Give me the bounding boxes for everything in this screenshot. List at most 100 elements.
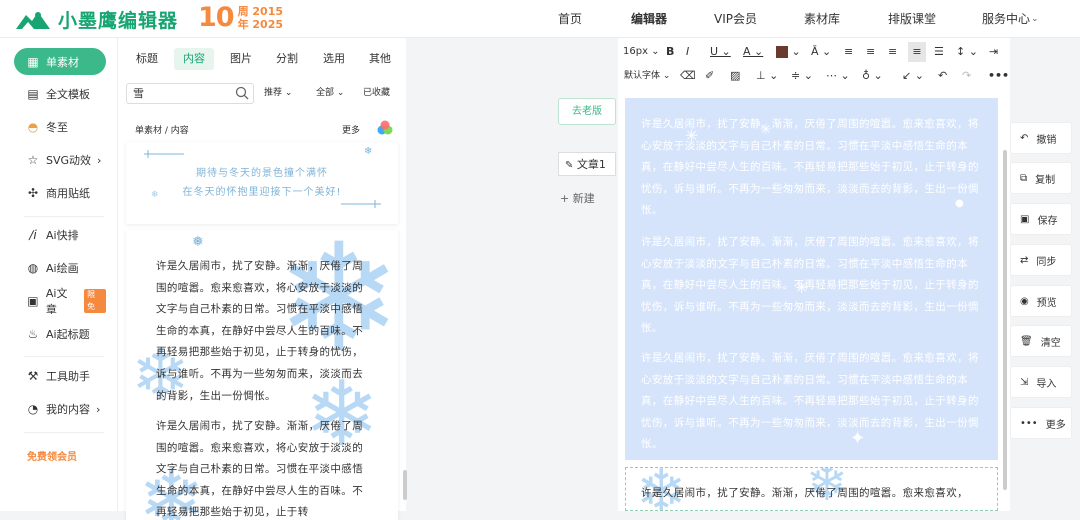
card-paragraph: 许是久居闹市，扰了安静。渐渐，厌倦了周围的喧嚣。愈来愈喜欢，将心安放于淡淡的文字… [156,260,364,402]
bulb-icon[interactable]: ♁ ⌄ [862,68,883,84]
sidebar-item-ai-paint[interactable]: ◍ Ai绘画 [14,255,106,281]
old-version-button[interactable]: 去老版 [558,98,616,125]
editor-scrollbar[interactable] [1003,150,1007,490]
eagle-logo-icon [16,11,50,29]
sidebar-divider [24,216,104,217]
clear-button[interactable]: 🗑 清空 [1010,325,1072,357]
favorites-filter[interactable]: 已收藏 [363,83,390,104]
search-icon[interactable] [235,86,249,100]
copy-button[interactable]: ⧉ 复制 [1010,162,1072,194]
bg-color-icon[interactable]: ⌄ [776,44,801,60]
sidebar-item-ai-article[interactable]: ▣ Ai文章 限免 [14,287,106,316]
tab-title[interactable]: 标题 [136,48,158,70]
save-button[interactable]: ▣ 保存 [1010,203,1072,235]
sidebar-item-winter-solstice[interactable]: ◓ 冬至 [14,114,106,140]
eraser-icon[interactable]: ⌫ [680,68,696,84]
import-button[interactable]: ⇲ 导入 [1010,366,1072,398]
user-icon: ◔ [27,402,39,416]
selected-content-block[interactable]: ✳ ✳ ● ✦ ✳ 许是久居闹市，扰了安静。渐渐，厌倦了周围的喧嚣。愈来愈喜欢，… [625,98,998,460]
free-membership-link[interactable]: 免费领会员 [27,448,77,463]
nav-service[interactable]: 服务中心 [982,0,1030,38]
anniversary-badge: 10 周 2015 年 2025 [198,3,283,33]
sidebar-item-tools[interactable]: ⚒ 工具助手 [14,363,106,389]
tab-selected[interactable]: 选用 [323,48,345,70]
material-card-header[interactable]: ❄ ❄ 期待与冬天的景色撞个满怀 在冬天的怀抱里迎接下一个美好! [126,142,398,224]
undo-icon[interactable]: ↶ [938,68,947,84]
letter-spacing-icon[interactable]: ⋯ ⌄ [826,68,850,84]
clear-style-icon[interactable]: Ā ⌄ [811,44,831,60]
justify-icon[interactable]: ≡ [908,42,926,62]
align-center-icon[interactable]: ≡ [866,44,875,60]
underline-icon[interactable]: U ⌄ [710,44,731,60]
layout-icon: ▤ [27,87,39,101]
edit-icon: ✎ [565,160,574,171]
recommend-dropdown[interactable]: 推荐 ⌄ [264,83,292,104]
italic-icon[interactable]: I [686,44,689,60]
sidebar-item-ai-layout[interactable]: ∕i Ai快排 [14,222,106,248]
star-icon: ☆ [27,153,39,167]
nav-course[interactable]: 排版课堂 [888,0,936,38]
more-icon: ••• [1020,417,1038,429]
brush-icon[interactable]: ✐ [705,68,714,84]
undo-icon: ↶ [1020,132,1029,144]
content-block[interactable]: ❄ ❄ 许是久居闹市，扰了安静。渐渐，厌倦了周围的喧嚣。愈来愈喜欢， [625,467,998,511]
preview-button[interactable]: ◉ 预览 [1010,285,1072,317]
arrow-icon[interactable]: ↙ ⌄ [902,68,924,84]
redo-icon[interactable]: ↷ [962,68,971,84]
editor-paragraph: 许是久居闹市，扰了安静。渐渐，厌倦了周围的喧嚣。愈来愈喜欢，将心安放于淡淡的文字… [641,352,979,450]
document-tab[interactable]: ✎ 文章1 [558,152,616,176]
copy-icon: ⧉ [1020,172,1028,184]
undo-button[interactable]: ↶ 撤销 [1010,122,1072,154]
align-right-icon[interactable]: ≡ [888,44,897,60]
chevron-right-icon: › [96,402,101,416]
brand-logo[interactable]: 小墨鹰编辑器 [14,6,178,33]
decor-line-icon [341,200,381,208]
nav-materials[interactable]: 素材库 [804,0,840,38]
tools-icon: ⚒ [27,369,39,383]
bold-icon[interactable]: B [666,44,674,60]
image-icon[interactable]: ▨ [730,68,740,84]
sidebar-item-single[interactable]: ▦ 单素材 [14,48,106,75]
color-palette-icon[interactable] [377,120,393,136]
tab-content[interactable]: 内容 [174,48,214,70]
sidebar-item-label: Ai起标题 [46,328,90,341]
divider-icon[interactable]: ⊥ ⌄ [756,68,778,84]
editor-paragraph: 许是久居闹市，扰了安静。渐渐，厌倦了周围的喧嚣。愈来愈喜欢，将心安放于淡淡的文字… [641,118,979,216]
sidebar-item-ai-title[interactable]: ♨ Ai起标题 [14,321,106,347]
material-card-text[interactable]: ❄ ❄ ❄ ❄ ❅ 许是久居闹市，扰了安静。渐渐，厌倦了周围的喧嚣。愈来愈喜欢，… [126,230,398,520]
sidebar-item-svg[interactable]: ☆ SVG动效 › [14,147,106,173]
sidebar-item-templates[interactable]: ▤ 全文模板 [14,81,106,107]
font-color-icon[interactable]: A ⌄ [743,44,763,60]
exit-icon[interactable]: ⇥ [989,44,998,60]
spacing-icon[interactable]: ≑ ⌄ [791,68,813,84]
font-size-select[interactable]: 16px ⌄ [623,44,660,60]
sidebar-item-stickers[interactable]: ✣ 商用贴纸 [14,180,106,206]
tab-image[interactable]: 图片 [230,48,252,70]
sidebar-item-my-content[interactable]: ◔ 我的内容 › [14,396,106,422]
sidebar-item-label: Ai绘画 [46,262,79,275]
all-dropdown[interactable]: 全部 ⌄ [316,83,344,104]
free-badge: 限免 [84,289,106,313]
font-family-select[interactable]: 默认字体 ⌄ [624,68,670,84]
nav-editor[interactable]: 编辑器 [631,0,667,38]
card-line-1: 期待与冬天的景色撞个满怀 [196,168,328,179]
eye-icon: ◉ [1020,295,1029,307]
chevron-down-icon[interactable]: ⌄ [1031,0,1039,38]
new-document-button[interactable]: + 新建 [560,190,595,206]
sidebar-item-label: 商用贴纸 [46,187,90,200]
more-icon[interactable]: ••• [988,68,1009,84]
more-button[interactable]: ••• 更多 [1010,407,1072,439]
nav-vip[interactable]: VIP会员 [714,0,757,38]
panel-scrollbar[interactable] [403,470,407,500]
anniversary-line2: 年 2025 [237,18,284,31]
tab-divider[interactable]: 分割 [276,48,298,70]
brand-name: 小墨鹰编辑器 [58,10,179,32]
align-left-icon[interactable]: ≡ [844,44,853,60]
line-height-icon[interactable]: ↕ ⌄ [956,44,978,60]
indent-icon[interactable]: ☰ [934,44,944,60]
sidebar-item-label: 单素材 [46,55,79,69]
nav-home[interactable]: 首页 [558,0,582,38]
sync-button[interactable]: ⇄ 同步 [1010,244,1072,276]
more-link[interactable]: 更多 [342,123,360,136]
tab-other[interactable]: 其他 [369,48,391,70]
